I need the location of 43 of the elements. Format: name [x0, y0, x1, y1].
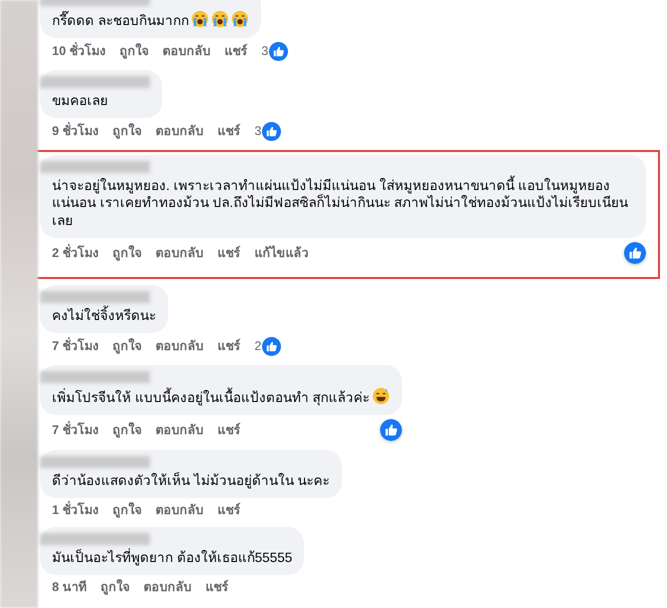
comment-text: คงไม่ใช่จิ้งหรีดนะ [52, 307, 156, 325]
action-link[interactable]: ตอบกลับ [155, 502, 204, 518]
action-link[interactable]: ตอบกลับ [155, 123, 204, 140]
action-link[interactable]: ตอบกลับ [162, 43, 210, 60]
action-link[interactable]: ตอบกลับ [155, 422, 204, 438]
action-link[interactable]: ตอบกลับ [155, 244, 204, 262]
crying-face-icon [210, 10, 229, 28]
reaction-count: 3 [254, 123, 262, 140]
comment-time[interactable]: 7 ชั่วโมง [52, 422, 98, 438]
comment-text: กรี๊ดดด ละชอบกินมากก [52, 10, 249, 30]
comment-time[interactable]: 1 ชั่วโมง [52, 502, 98, 518]
action-link[interactable]: ถูกใจ [112, 123, 142, 140]
action-link[interactable]: แชร์ [217, 123, 240, 140]
comment-time[interactable]: 8 นาที [52, 578, 86, 595]
comment-time[interactable]: 9 ชั่วโมง [52, 123, 98, 140]
action-link[interactable]: ถูกใจ [112, 422, 142, 438]
comment-text: มันเป็นอะไรที่พูดยาก ต้องให้เธอแก้55555 [52, 548, 292, 567]
action-link[interactable]: ถูกใจ [112, 338, 142, 354]
crying-face-icon [230, 10, 249, 28]
action-link[interactable]: ตอบกลับ [155, 338, 204, 354]
reaction-count: 3 [261, 43, 268, 60]
comment-text: น่าจะอยู่ในหมูหยอง. เพราะเวลาทำแผ่นแป้งไม่มีแน่นอน ใส่หมูหยองหนาขนาดนี้ แอบในหมูหยองแน่นอน เราเคยทำทองม้วน ปล.ถึงไม่มีฟอสซิลก็ไม่น่ากินนะ สภาพไม่น่าใช่ทองม้วนแป้งไม่เรียบเนียนเลย [52, 176, 630, 230]
comment-time[interactable]: 10 ชั่วโมง [52, 43, 106, 60]
comment-text: ขมคอเลย [52, 92, 109, 110]
comment-time[interactable]: 7 ชั่วโมง [52, 338, 98, 354]
action-link[interactable]: แชร์ [217, 338, 240, 354]
comment-time[interactable]: 2 ชั่วโมง [52, 244, 98, 262]
crying-face-icon [190, 10, 209, 28]
action-link[interactable]: ถูกใจ [100, 578, 130, 595]
comment-text: ดีว่าน้องแสดงตัวให้เห็น ไม่ม้วนอยู่ด้านใน นะคะ [52, 472, 330, 490]
action-link[interactable]: ถูกใจ [112, 502, 142, 518]
action-link[interactable]: แชร์ [217, 422, 240, 438]
action-link[interactable]: ถูกใจ [119, 43, 148, 60]
comment-text: เพิ่มโปรจีนให้ แบบนี้คงอยู่ในเนื้อแป้งตอนทำ สุกแล้วค่ะ [52, 386, 390, 407]
action-link[interactable]: แชร์ [205, 578, 228, 595]
action-link[interactable]: แชร์ [224, 43, 248, 60]
edited-label: แก้ไขแล้ว [254, 244, 308, 262]
smiling-face-icon [372, 386, 390, 405]
reaction-count: 2 [254, 338, 262, 354]
action-link[interactable]: ตอบกลับ [143, 578, 192, 595]
action-link[interactable]: แชร์ [217, 502, 240, 518]
action-link[interactable]: ถูกใจ [112, 244, 142, 262]
action-link[interactable]: แชร์ [217, 244, 240, 262]
